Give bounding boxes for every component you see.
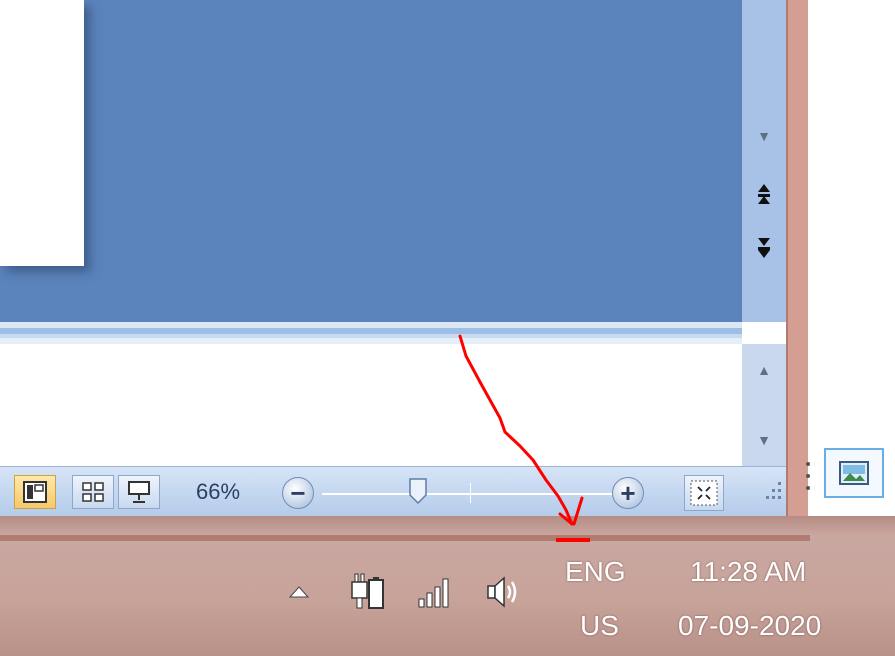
vertical-scrollbar[interactable] [742,0,786,322]
fit-slide-to-window-button[interactable] [684,475,724,511]
zoom-out-button[interactable]: − [282,477,314,509]
normal-view-icon [23,481,47,503]
slide-sorter-view-button[interactable] [72,475,114,509]
plus-icon: + [620,477,636,508]
normal-view-button[interactable] [14,475,56,509]
notes-pane[interactable] [0,344,742,466]
minus-icon: − [290,477,306,508]
clock-time[interactable]: 11:28 AM [690,556,806,588]
scroll-down-arrow-icon[interactable]: ▼ [742,126,786,146]
zoom-level-label[interactable]: 66% [196,479,240,505]
zoom-slider-track[interactable] [322,493,612,495]
volume-icon[interactable] [480,570,524,614]
fit-to-window-icon [690,480,718,506]
clock-date[interactable]: 07-09-2020 [678,610,821,642]
input-region-label[interactable]: US [580,610,619,642]
picture-thumbnail-icon[interactable] [824,448,884,498]
power-icon[interactable] [346,570,388,614]
taskbar-top-edge [0,535,810,541]
zoom-slider-center-tick [470,483,471,503]
slide-canvas[interactable] [0,0,84,266]
previous-slide-icon[interactable] [742,182,786,212]
resize-grip-icon[interactable] [760,476,784,504]
notes-scroll-up-arrow-icon[interactable]: ▲ [742,360,786,380]
slide-show-icon [128,481,150,503]
zoom-slider-thumb[interactable] [408,477,428,505]
notes-scroll-down-arrow-icon[interactable]: ▼ [742,430,786,450]
zoom-in-button[interactable]: + [612,477,644,509]
show-hidden-icons-arrow-icon[interactable] [284,570,314,614]
network-signal-icon[interactable] [410,570,460,614]
status-bar: 66% − + [0,466,786,517]
next-slide-icon[interactable] [742,236,786,266]
slide-show-view-button[interactable] [118,475,160,509]
input-language-label[interactable]: ENG [565,556,626,588]
taskbar-separator-dots-icon [806,462,810,490]
slide-sorter-icon [82,482,104,502]
notes-pane-splitter[interactable] [0,322,742,344]
slide-editing-area[interactable] [0,0,742,322]
window-frame-edge [786,0,810,535]
